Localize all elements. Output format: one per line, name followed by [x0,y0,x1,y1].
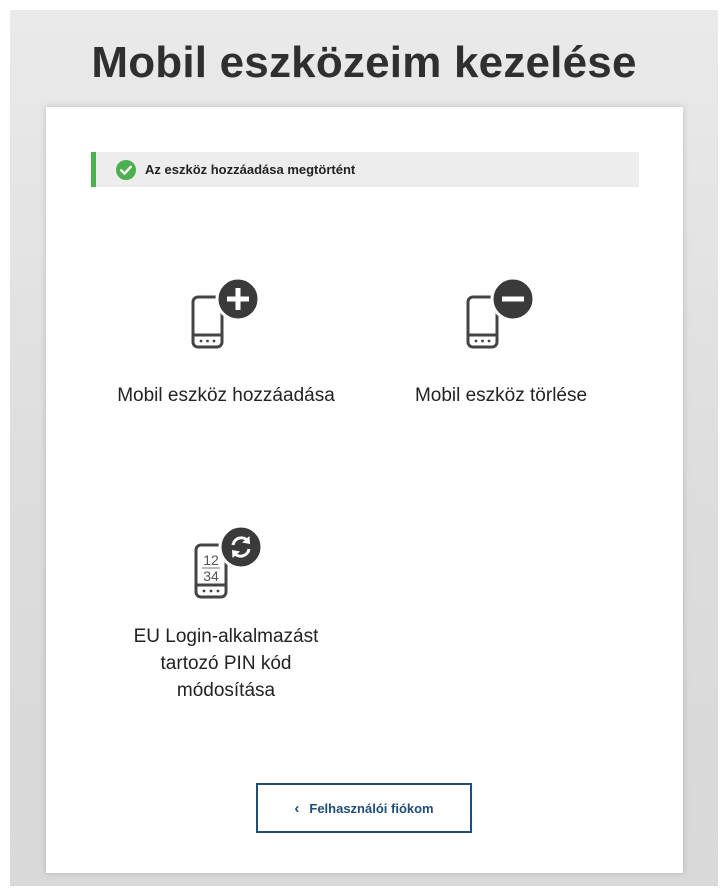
remove-mobile-device-button[interactable]: Mobil eszköz törlése [376,277,626,408]
back-button-label: Felhasználói fiókom [309,800,434,816]
page-title: Mobil eszközeim kezelése [91,38,637,87]
success-alert: Az eszköz hozzáadása megtörtént [91,152,639,187]
remove-mobile-device-label: Mobil eszköz törlése [414,385,588,406]
chevron-left-icon: ‹ [294,799,300,817]
add-mobile-device-label: Mobil eszköz hozzáadása [117,385,335,406]
mobile-add-icon [191,277,261,349]
check-circle-icon [116,159,136,180]
change-pin-button[interactable]: 12 34 EU Login-alkalmazást tartozó PIN k… [96,525,356,704]
change-pin-label-line-1: EU Login-alkalmazást [133,626,319,647]
mobile-pin-change-icon: 12 34 [194,525,264,599]
page-frame: Mobil eszközeim kezelése Az eszköz hozzá… [10,10,718,886]
back-to-user-account-button[interactable]: ‹ Felhasználói fiókom [256,783,472,833]
add-mobile-device-button[interactable]: Mobil eszköz hozzáadása [86,277,366,408]
pin-digits-bottom: 34 [203,568,219,584]
mobile-remove-icon [466,277,536,349]
alert-message: Az eszköz hozzáadása megtörtént [145,162,356,177]
change-pin-label-line-3: módosítása [176,680,276,701]
pin-digits-top: 12 [203,552,219,568]
change-pin-label-line-2: tartozó PIN kód [160,653,292,674]
content-card: Az eszköz hozzáadása megtörtént Mobil es… [46,107,683,873]
